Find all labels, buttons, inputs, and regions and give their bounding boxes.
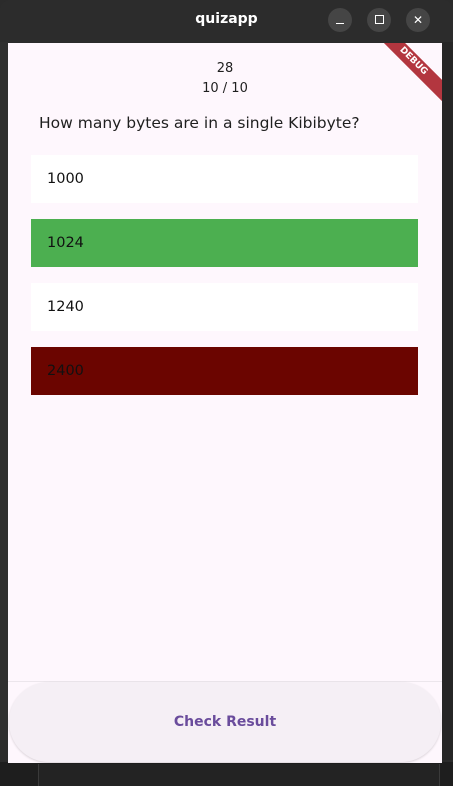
close-button[interactable]: ✕ xyxy=(406,8,430,32)
quiz-screen: DEBUG 28 10 / 10 How many bytes are in a… xyxy=(8,43,442,763)
answer-label: 1024 xyxy=(47,235,84,251)
answer-label: 2400 xyxy=(47,363,84,379)
answer-option-1[interactable]: 1000 xyxy=(31,155,418,203)
desktop-taskbar xyxy=(0,762,453,786)
check-result-button[interactable]: Check Result xyxy=(9,682,441,762)
answer-label: 1240 xyxy=(47,299,84,315)
maximize-button[interactable] xyxy=(367,8,391,32)
maximize-icon xyxy=(374,15,384,24)
taskbar-item xyxy=(38,764,440,786)
title-bar[interactable]: quizapp ✕ xyxy=(0,0,453,42)
minimize-button[interactable] xyxy=(328,8,352,32)
answer-option-4-wrong[interactable]: 2400 xyxy=(31,347,418,395)
score-counter: 28 xyxy=(216,61,234,76)
answer-option-3[interactable]: 1240 xyxy=(31,283,418,331)
minimize-icon xyxy=(336,23,344,24)
answer-option-2-correct[interactable]: 1024 xyxy=(31,219,418,267)
close-icon: ✕ xyxy=(412,13,424,27)
answer-label: 1000 xyxy=(47,171,84,187)
question-text: How many bytes are in a single Kibibyte? xyxy=(39,114,360,132)
app-window: quizapp ✕ DEBUG 28 10 / 10 How many byte… xyxy=(0,0,453,763)
question-progress: 10 / 10 xyxy=(202,81,248,96)
